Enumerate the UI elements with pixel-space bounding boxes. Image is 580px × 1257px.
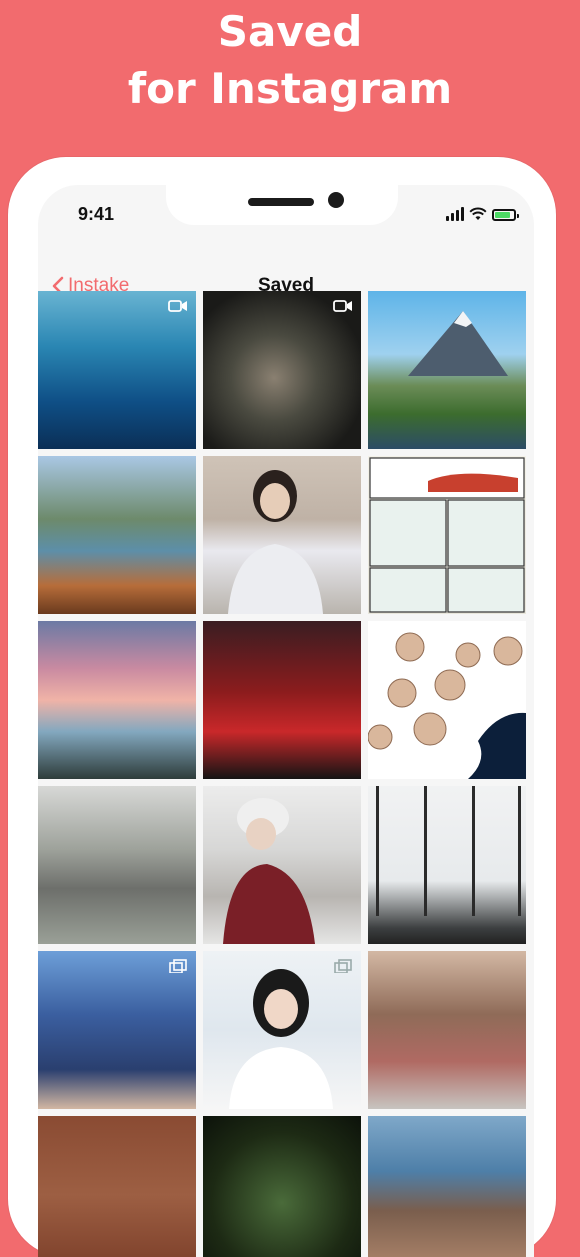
headline-line-1: Saved: [217, 7, 363, 56]
status-time: 9:41: [78, 204, 115, 224]
status-icons: [446, 205, 519, 221]
battery-icon: [492, 209, 519, 221]
tile-football-team[interactable]: [203, 621, 361, 779]
phone-frame: 9:41 Instake Saved: [8, 157, 556, 1257]
notch: [166, 185, 398, 225]
window-frames: [376, 786, 521, 916]
tile-family-kids[interactable]: [38, 951, 196, 1109]
flower-pattern: [368, 632, 526, 779]
tile-forest-figure[interactable]: [203, 1116, 361, 1257]
gallery-icon: [169, 959, 187, 973]
video-icon: [333, 300, 352, 312]
person-shape: [223, 798, 315, 944]
phone-screen: 9:41 Instake Saved: [38, 185, 534, 1257]
signal-icon: [446, 207, 464, 221]
tile-lab-girl[interactable]: [203, 951, 361, 1109]
tile-fjord-village[interactable]: [38, 456, 196, 614]
tile-sea-turtle[interactable]: [203, 291, 361, 449]
mountain-shape: [408, 311, 508, 376]
comic-panels: [369, 457, 525, 613]
headline: Saved for Instagram: [0, 6, 580, 120]
headline-line-2: for Instagram: [127, 64, 453, 113]
tile-flower-pattern[interactable]: [368, 621, 526, 779]
tile-mountain-lake[interactable]: [368, 291, 526, 449]
person-shape: [229, 969, 333, 1109]
tile-sunset-coast[interactable]: [38, 621, 196, 779]
tile-whale[interactable]: [38, 291, 196, 449]
tile-woman-mirror[interactable]: [368, 951, 526, 1109]
wifi-icon: [469, 207, 487, 220]
video-icon: [168, 300, 187, 312]
saved-grid: [38, 291, 528, 1257]
tile-comic-strip[interactable]: [368, 456, 526, 614]
tile-canyon-rock[interactable]: [38, 1116, 196, 1257]
tile-girl-portrait[interactable]: [203, 456, 361, 614]
person-shape: [228, 470, 323, 614]
speaker: [248, 198, 314, 206]
tile-girl-umbrella[interactable]: [203, 786, 361, 944]
tile-rainy-street[interactable]: [38, 786, 196, 944]
tile-pebble-beach[interactable]: [368, 1116, 526, 1257]
camera: [328, 192, 344, 208]
tile-window-view[interactable]: [368, 786, 526, 944]
